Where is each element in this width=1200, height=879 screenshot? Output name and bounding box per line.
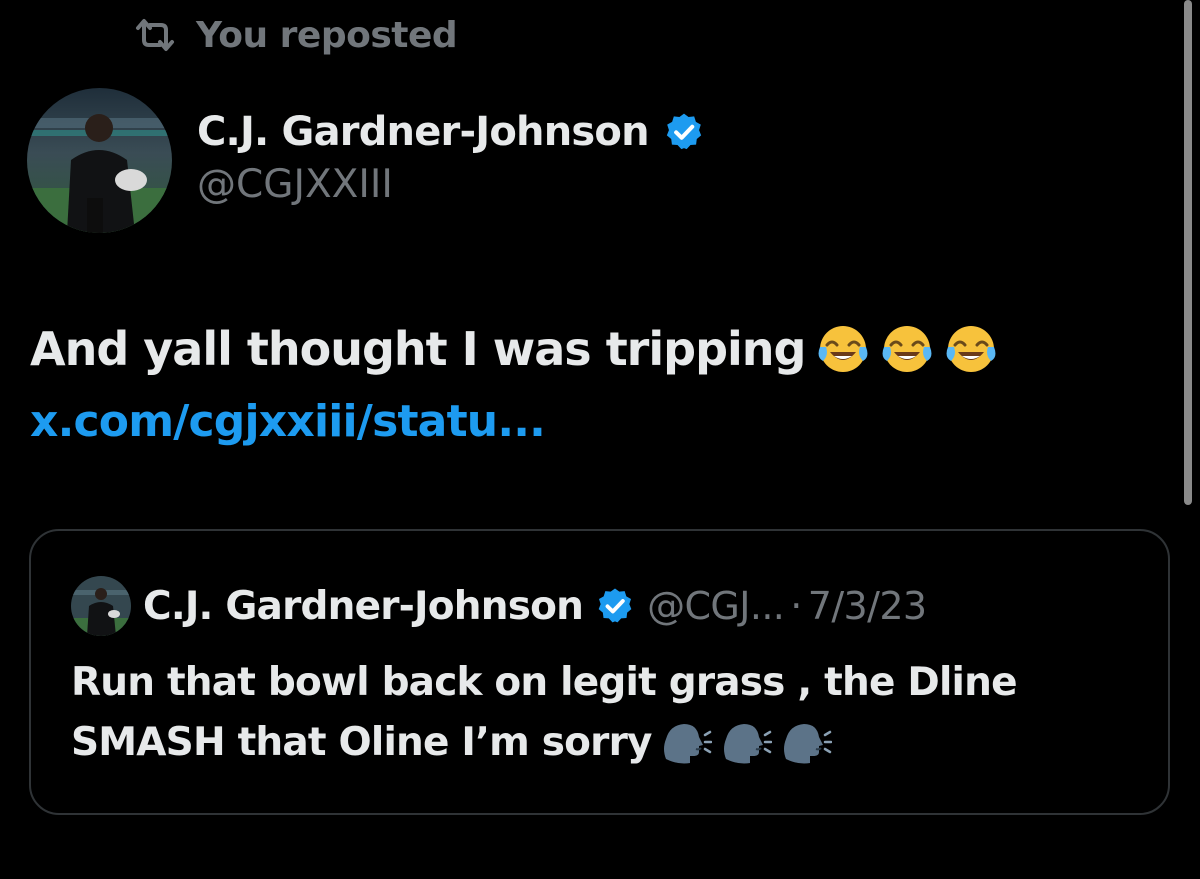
quoted-tweet-card[interactable]: C.J. Gardner-Johnson @CGJ... · 7/3/23 Ru…: [29, 529, 1170, 815]
verified-badge-icon: [595, 586, 635, 626]
face-with-tears-of-joy-icon: [817, 323, 869, 375]
repost-indicator: You reposted: [132, 10, 458, 60]
speaking-head-icon: [780, 719, 832, 765]
quoted-author-handle[interactable]: @CGJ...: [647, 584, 785, 628]
tweet-text-content: And yall thought I was tripping: [30, 322, 806, 376]
quoted-tweet-text: Run that bowl back on legit grass , the …: [71, 653, 1151, 773]
repost-icon: [132, 18, 178, 52]
author-avatar[interactable]: [27, 88, 172, 233]
quoted-tweet-header: C.J. Gardner-Johnson @CGJ... · 7/3/23: [71, 575, 927, 637]
face-with-tears-of-joy-icon: [945, 323, 997, 375]
quoted-tweet-text-content: Run that bowl back on legit grass , the …: [71, 660, 1018, 765]
tweet-link[interactable]: x.com/cgjxxiii/statu...: [30, 396, 546, 447]
quoted-author-avatar[interactable]: [71, 576, 131, 636]
speaking-head-icon: [720, 719, 772, 765]
author-handle[interactable]: @CGJXXIII: [197, 162, 393, 207]
emoji-group: [817, 323, 997, 375]
emoji-group: [660, 719, 832, 765]
quoted-author-name[interactable]: C.J. Gardner-Johnson: [143, 584, 584, 629]
meta-separator: ·: [790, 584, 802, 628]
quoted-tweet-date[interactable]: 7/3/23: [808, 584, 927, 628]
tweet-text: And yall thought I was tripping: [30, 318, 1160, 380]
speaking-head-icon: [660, 719, 712, 765]
author-name[interactable]: C.J. Gardner-Johnson: [197, 109, 650, 155]
repost-label: You reposted: [196, 14, 458, 56]
verified-badge-icon: [663, 111, 705, 153]
author-name-row[interactable]: C.J. Gardner-Johnson: [197, 104, 705, 160]
scrollbar[interactable]: [1184, 0, 1192, 505]
face-with-tears-of-joy-icon: [881, 323, 933, 375]
